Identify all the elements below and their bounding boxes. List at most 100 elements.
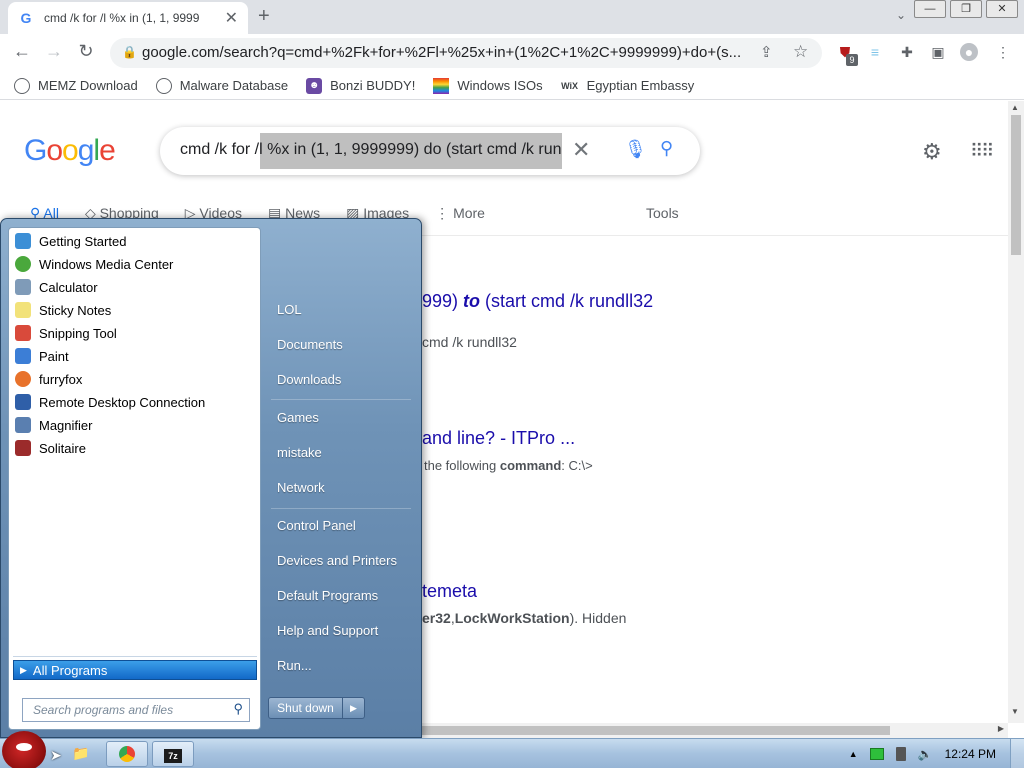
search-placeholder: Search programs and files	[33, 703, 174, 717]
filter-more[interactable]: ⋮ More	[435, 205, 485, 235]
program-snipping-tool[interactable]: Snipping Tool	[12, 322, 256, 344]
back-arrow-icon[interactable]: ←	[10, 41, 34, 62]
forward-arrow-icon[interactable]: →	[42, 41, 66, 62]
settings-gear-icon[interactable]: ⚙	[922, 139, 942, 165]
address-bar[interactable]: 🔒 google.com/search?q=cmd+%2Fk+for+%2Fl+…	[110, 38, 822, 68]
bird-eye	[16, 743, 32, 751]
7zip-taskbar-button[interactable]: 7z	[152, 741, 194, 767]
program-solitaire[interactable]: Solitaire	[12, 437, 256, 459]
bookmark-star-icon[interactable]: ☆	[793, 42, 808, 62]
reload-icon[interactable]: ↻	[74, 41, 98, 62]
link-run[interactable]: Run...	[277, 658, 312, 673]
remote-desktop-icon	[15, 394, 31, 410]
result-2-title[interactable]: and line? - ITPro ...	[422, 428, 575, 449]
show-hidden-icons-icon[interactable]: ▲	[849, 749, 858, 759]
result-1-snippet: cmd /k rundll32	[422, 334, 517, 350]
program-sticky-notes[interactable]: Sticky Notes	[12, 299, 256, 321]
program-windows-media-center[interactable]: Windows Media Center	[12, 253, 256, 275]
result-3-title[interactable]: temeta	[422, 581, 477, 602]
search-box[interactable]: cmd /k for /l %x in (1, 1, 9999999) do (…	[160, 127, 700, 175]
sticky-notes-icon	[15, 302, 31, 318]
tools-button[interactable]: Tools	[646, 205, 679, 221]
start-search-input[interactable]: Search programs and files ⚲	[22, 698, 250, 722]
program-magnifier[interactable]: Magnifier	[12, 414, 256, 436]
menu-kebab-icon[interactable]: ⋮	[994, 43, 1012, 61]
restore-button[interactable]: ❐	[950, 0, 982, 18]
show-desktop-button[interactable]	[1010, 739, 1024, 768]
google-logo[interactable]: Google	[24, 134, 116, 168]
flag-extension-icon[interactable]: ≡	[866, 43, 884, 61]
scroll-right-arrow-icon[interactable]: ▶	[998, 724, 1004, 733]
scroll-down-arrow-icon[interactable]: ▼	[1011, 707, 1019, 716]
close-window-button[interactable]: ✕	[986, 0, 1018, 18]
search-icon[interactable]: ⚲	[233, 701, 243, 717]
program-furryfox[interactable]: furryfox	[12, 368, 256, 390]
link-default-programs[interactable]: Default Programs	[277, 588, 378, 603]
bookmark-memz-download[interactable]: MEMZ Download	[14, 77, 138, 94]
network-icon[interactable]	[895, 747, 906, 761]
link-games[interactable]: Games	[277, 410, 319, 425]
horizontal-scroll-thumb[interactable]	[422, 726, 890, 735]
clear-search-icon[interactable]: ✕	[572, 137, 590, 163]
clock[interactable]: 12:24 PM	[945, 747, 996, 761]
link-mistake[interactable]: mistake	[277, 445, 322, 460]
start-menu: Getting Started Windows Media Center Cal…	[0, 218, 422, 738]
bookmark-malware-database[interactable]: Malware Database	[155, 77, 288, 94]
window-controls: — ❐ ✕	[910, 0, 1018, 18]
shutdown-options-arrow-icon[interactable]: ▶	[343, 697, 365, 719]
program-label: Calculator	[39, 279, 98, 295]
result-title-text: 999)	[422, 291, 464, 311]
bookmark-windows-isos[interactable]: Windows ISOs	[433, 77, 543, 94]
bookmark-bonzi-buddy[interactable]: ☻ Bonzi BUDDY!	[306, 77, 415, 94]
paint-palette-icon	[15, 348, 31, 364]
program-calculator[interactable]: Calculator	[12, 276, 256, 298]
program-label: Snipping Tool	[39, 325, 117, 341]
link-downloads[interactable]: Downloads	[277, 372, 341, 387]
result-1-title[interactable]: 999) to (start cmd /k rundll32	[422, 291, 653, 312]
calculator-icon	[15, 279, 31, 295]
close-tab-icon[interactable]: ✕	[225, 8, 238, 28]
google-apps-grid-icon[interactable]: ⠿⠿	[970, 141, 994, 162]
program-getting-started[interactable]: Getting Started	[12, 230, 256, 252]
link-control-panel[interactable]: Control Panel	[277, 518, 356, 533]
battery-icon[interactable]	[869, 748, 884, 760]
link-devices-printers[interactable]: Devices and Printers	[277, 553, 397, 568]
start-orb-angry-bird-icon[interactable]	[2, 731, 46, 768]
search-input[interactable]: cmd /k for /l %x in (1, 1, 9999999) do (…	[180, 141, 562, 159]
tab-title: cmd /k for /l %x in (1, 1, 9999	[44, 11, 200, 25]
globe-icon	[155, 77, 172, 94]
horizontal-scrollbar[interactable]: ▶	[422, 723, 1008, 738]
scissors-icon	[15, 325, 31, 341]
explorer-taskbar-icon[interactable]: 📁	[72, 745, 89, 762]
link-network[interactable]: Network	[277, 480, 325, 495]
program-paint[interactable]: Paint	[12, 345, 256, 367]
program-remote-desktop[interactable]: Remote Desktop Connection	[12, 391, 256, 413]
search-icon[interactable]: ⚲	[660, 138, 673, 159]
program-label: Getting Started	[39, 233, 127, 249]
url-text[interactable]: google.com/search?q=cmd+%2Fk+for+%2Fl+%2…	[142, 44, 752, 61]
puzzle-extensions-icon[interactable]: ✚	[898, 43, 916, 61]
new-tab-icon[interactable]: +	[258, 5, 270, 28]
volume-icon[interactable]: 🔈	[918, 747, 933, 761]
all-programs-button[interactable]: ▶ All Programs	[13, 660, 257, 680]
browser-tab[interactable]: G cmd /k for /l %x in (1, 1, 9999 ✕	[8, 2, 248, 34]
minimize-button[interactable]: —	[914, 0, 946, 18]
side-panel-icon[interactable]: ▣	[929, 43, 947, 61]
link-help-support[interactable]: Help and Support	[277, 623, 378, 638]
scroll-up-arrow-icon[interactable]: ▲	[1011, 103, 1019, 112]
microphone-icon[interactable]: 🎙	[624, 139, 647, 160]
snippet-bold: er32	[422, 610, 451, 626]
vertical-scrollbar[interactable]: ▲ ▼	[1008, 101, 1024, 723]
bookmark-egyptian-embassy[interactable]: WiX Egyptian Embassy	[561, 78, 694, 94]
link-documents[interactable]: Documents	[277, 337, 343, 352]
vertical-scroll-thumb[interactable]	[1011, 115, 1021, 255]
profile-avatar-icon[interactable]: ●	[960, 43, 978, 61]
result-2-snippet: the following command: C:\>	[424, 458, 593, 473]
tab-search-chevron-icon[interactable]: ⌄	[896, 8, 906, 22]
lock-icon[interactable]: 🔒	[122, 45, 137, 59]
shut-down-button[interactable]: Shut down	[268, 697, 343, 719]
chrome-taskbar-button[interactable]	[106, 741, 148, 767]
link-lol[interactable]: LOL	[277, 302, 302, 317]
chrome-icon	[119, 746, 135, 762]
share-icon[interactable]: ⇪	[760, 43, 773, 61]
